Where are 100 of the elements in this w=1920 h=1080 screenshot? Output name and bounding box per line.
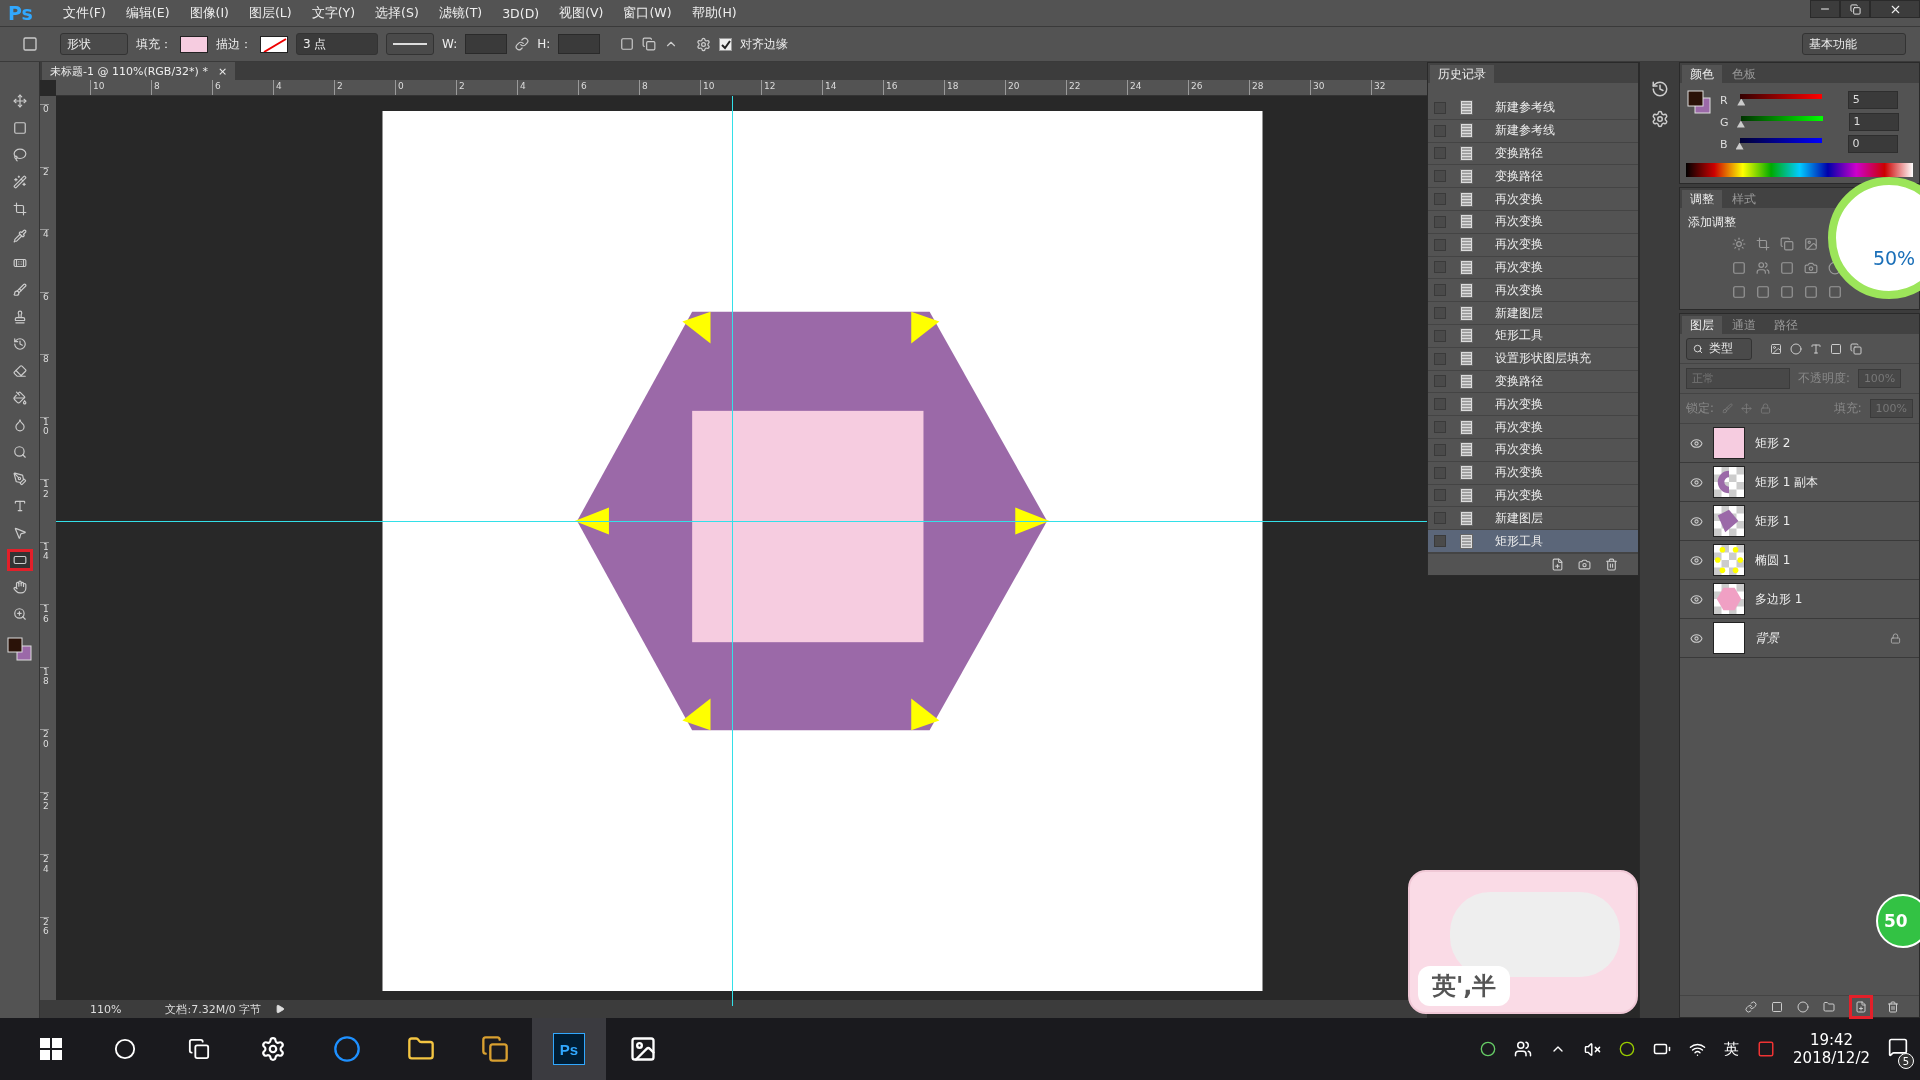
visibility-icon[interactable]	[1690, 592, 1703, 606]
layer-name[interactable]: 矩形 1	[1755, 512, 1791, 530]
menu-item[interactable]: 文字(Y)	[303, 4, 364, 22]
color-spectrum[interactable]	[1686, 163, 1913, 177]
align-edges-checkbox[interactable]	[719, 37, 733, 51]
properties-icon[interactable]	[1650, 110, 1669, 128]
people-icon[interactable]	[1514, 1040, 1533, 1058]
menu-item[interactable]: 视图(V)	[551, 4, 612, 22]
trash-icon[interactable]	[1605, 557, 1618, 571]
stamp-tool-icon	[12, 310, 27, 324]
ruler-label: 0	[40, 104, 49, 167]
channel-value-field[interactable]: 5	[1847, 91, 1898, 109]
color-swatches-icon[interactable]	[4, 636, 35, 662]
visibility-icon[interactable]	[1690, 436, 1703, 450]
filter-type-icon[interactable]	[1810, 342, 1822, 355]
panel-tab[interactable]: 图层	[1682, 316, 1722, 334]
visibility-icon[interactable]	[1690, 514, 1703, 528]
layer-name[interactable]: 多边形 1	[1755, 590, 1803, 608]
filter-adjustment-icon[interactable]	[1790, 342, 1802, 355]
layer-name[interactable]: 矩形 2	[1755, 434, 1791, 452]
rectangle-tool-button[interactable]	[6, 549, 33, 571]
visibility-icon[interactable]	[1690, 553, 1703, 567]
layer-filter-dropdown[interactable]: 类型	[1686, 337, 1752, 360]
layer-name[interactable]: 矩形 1 副本	[1755, 473, 1819, 491]
width-field[interactable]	[465, 34, 508, 54]
panel-tab[interactable]: 颜色	[1682, 65, 1722, 83]
mode-dropdown[interactable]: 形状	[60, 33, 128, 55]
ime-status[interactable]: 英',半	[1418, 966, 1511, 1006]
menu-item[interactable]: 滤镜(T)	[430, 4, 491, 22]
layer-name[interactable]: 背景	[1755, 629, 1779, 647]
menu-item[interactable]: 文件(F)	[54, 4, 114, 22]
history-tab[interactable]: 历史记录	[1430, 65, 1494, 83]
stroke-width-dropdown[interactable]: 3 点	[296, 33, 378, 55]
path-operations-icon[interactable]	[620, 37, 635, 51]
panel-tab[interactable]: 通道	[1724, 316, 1764, 334]
document-icon	[1460, 442, 1473, 458]
channel-value-field[interactable]: 1	[1848, 113, 1899, 131]
tray-icon[interactable]	[1480, 1041, 1497, 1057]
height-field[interactable]	[558, 34, 601, 54]
link-icon[interactable]	[1745, 1000, 1757, 1013]
settings-icon[interactable]	[696, 36, 712, 52]
layer-name[interactable]: 椭圆 1	[1755, 551, 1791, 569]
document-info: 文档:7.32M/0 字节	[165, 1001, 262, 1017]
minimize-button[interactable]	[1810, 0, 1840, 18]
new-document-icon[interactable]	[1551, 557, 1564, 571]
slider-thumb[interactable]	[1736, 120, 1745, 128]
new-layer-icon[interactable]	[1855, 1000, 1867, 1013]
channel-value-field[interactable]: 0	[1847, 135, 1898, 153]
history-icon[interactable]	[1650, 80, 1669, 98]
menu-item[interactable]: 编辑(E)	[117, 4, 178, 22]
filter-smart-object-icon[interactable]	[1850, 342, 1862, 355]
panel-tab[interactable]: 调整	[1682, 190, 1722, 208]
channel-label: R	[1720, 93, 1728, 107]
panel-tab[interactable]: 色板	[1724, 65, 1764, 83]
adjustment-layer-icon[interactable]	[1797, 1000, 1809, 1013]
visibility-icon[interactable]	[1690, 631, 1703, 645]
play-icon[interactable]	[275, 1004, 286, 1014]
slider-thumb[interactable]	[1735, 142, 1744, 150]
notification-icon[interactable]	[1888, 1037, 1908, 1057]
menu-item[interactable]: 选择(S)	[367, 4, 427, 22]
line-style-icon	[393, 42, 427, 46]
menu-item[interactable]: 3D(D)	[494, 5, 548, 21]
ruler-label: 10	[40, 416, 49, 479]
filter-shape-icon[interactable]	[1830, 342, 1842, 355]
panel-tab[interactable]: 样式	[1724, 190, 1764, 208]
stroke-swatch[interactable]	[260, 35, 288, 53]
menu-item[interactable]: 图像(I)	[181, 4, 237, 22]
slider-thumb[interactable]	[1737, 98, 1746, 106]
restore-button[interactable]	[1840, 0, 1870, 18]
fill-swatch[interactable]	[180, 35, 208, 53]
link-icon[interactable]	[515, 37, 530, 51]
folder-icon[interactable]	[1823, 1000, 1835, 1013]
history-item[interactable]: 新建参考线	[1428, 97, 1638, 120]
clock[interactable]: 19:42 2018/12/2	[1793, 1031, 1870, 1067]
color-swatches-icon[interactable]	[1686, 89, 1712, 115]
document-tab[interactable]: 未标题-1 @ 110%(RGB/32*) * ×	[42, 62, 236, 80]
history-item[interactable]: 矩形工具	[1428, 530, 1638, 553]
stroke-style-dropdown[interactable]	[386, 33, 434, 55]
snapshot-icon[interactable]	[1578, 557, 1591, 571]
history-item[interactable]: 再次变换	[1428, 211, 1638, 234]
panel-tab[interactable]: 路径	[1766, 316, 1806, 334]
menu-item[interactable]: 帮助(H)	[683, 4, 745, 22]
ime-toolbar[interactable]: 英',半	[1408, 870, 1638, 1014]
workspace-dropdown[interactable]: 基本功能	[1802, 33, 1906, 55]
tray-icon[interactable]	[1757, 1040, 1776, 1058]
tray-icon[interactable]	[1619, 1041, 1636, 1057]
close-button[interactable]	[1870, 0, 1920, 18]
visibility-icon[interactable]	[1690, 475, 1703, 489]
filter-pixel-icon[interactable]	[1770, 342, 1782, 355]
input-language[interactable]: 英	[1724, 1039, 1740, 1059]
mask-icon[interactable]	[1771, 1000, 1783, 1013]
mute-icon[interactable]	[1584, 1040, 1602, 1058]
photoshop-button[interactable]: Ps	[532, 1018, 606, 1080]
tool-preset-icon[interactable]	[22, 36, 38, 52]
menu-item[interactable]: 窗口(W)	[615, 4, 680, 22]
path-alignment-icon[interactable]	[642, 37, 657, 51]
ruler-label: 6	[578, 80, 639, 95]
search-icon	[1693, 343, 1703, 354]
trash-icon[interactable]	[1887, 1000, 1899, 1013]
menu-item[interactable]: 图层(L)	[240, 4, 300, 22]
